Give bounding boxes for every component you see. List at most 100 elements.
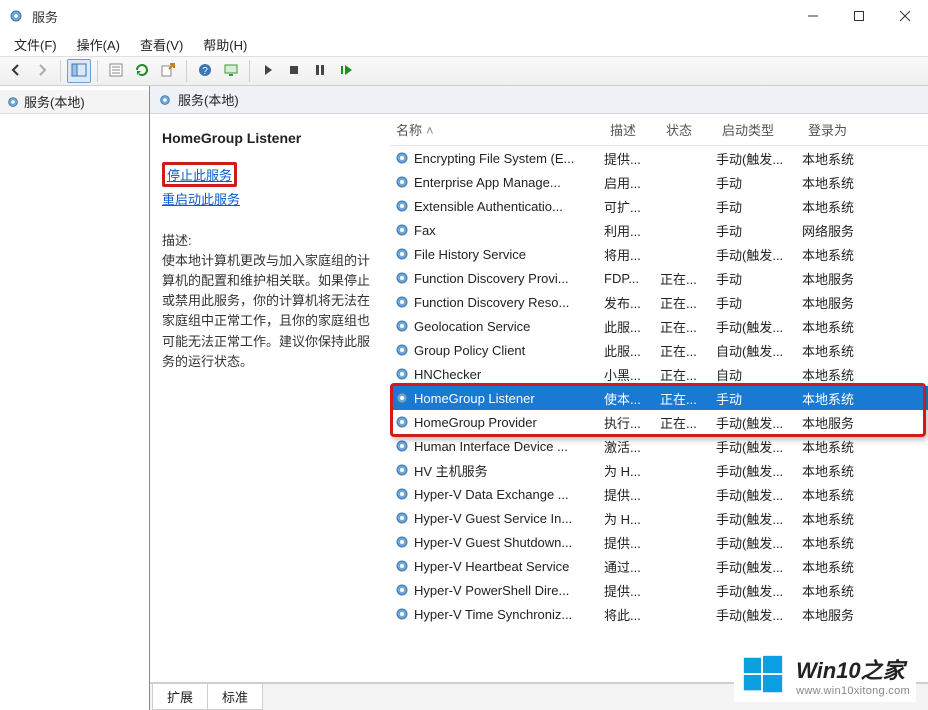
service-startup: 手动 bbox=[716, 293, 802, 312]
service-name: Human Interface Device ... bbox=[414, 439, 604, 454]
maximize-button[interactable] bbox=[836, 0, 882, 32]
service-row[interactable]: Human Interface Device ...激活...手动(触发...本… bbox=[390, 434, 928, 458]
menu-bar: 文件(F) 操作(A) 查看(V) 帮助(H) bbox=[0, 32, 928, 56]
back-button[interactable] bbox=[4, 59, 28, 83]
service-row[interactable]: Extensible Authenticatio...可扩...手动本地系统 bbox=[390, 194, 928, 218]
service-name: Geolocation Service bbox=[414, 319, 604, 334]
service-desc: 此服... bbox=[604, 317, 660, 336]
service-startup: 手动(触发... bbox=[716, 605, 802, 624]
export-list-button[interactable] bbox=[156, 59, 180, 83]
service-startup: 手动 bbox=[716, 197, 802, 216]
service-startup: 自动 bbox=[716, 365, 802, 384]
service-row[interactable]: Encrypting File System (E...提供...手动(触发..… bbox=[390, 146, 928, 170]
services-list[interactable]: Encrypting File System (E...提供...手动(触发..… bbox=[390, 146, 928, 682]
service-row[interactable]: Hyper-V PowerShell Dire...提供...手动(触发...本… bbox=[390, 578, 928, 602]
service-row[interactable]: HomeGroup Listener使本...正在...手动本地系统 bbox=[390, 386, 928, 410]
service-logon: 本地服务 bbox=[802, 269, 872, 288]
help-button[interactable]: ? bbox=[193, 59, 217, 83]
service-logon: 本地系统 bbox=[802, 149, 872, 168]
column-headers: 名称˄ 描述 状态 启动类型 登录为 bbox=[390, 114, 928, 146]
forward-button[interactable] bbox=[30, 59, 54, 83]
service-logon: 本地系统 bbox=[802, 389, 872, 408]
menu-file[interactable]: 文件(F) bbox=[4, 33, 67, 56]
service-row[interactable]: File History Service将用...手动(触发...本地系统 bbox=[390, 242, 928, 266]
service-desc: 执行... bbox=[604, 413, 660, 432]
start-service-button[interactable] bbox=[256, 59, 280, 83]
column-startup[interactable]: 启动类型 bbox=[716, 114, 802, 145]
service-gear-icon bbox=[394, 534, 410, 550]
service-row[interactable]: Fax利用...手动网络服务 bbox=[390, 218, 928, 242]
service-desc: 将此... bbox=[604, 605, 660, 624]
service-name: Function Discovery Provi... bbox=[414, 271, 604, 286]
service-gear-icon bbox=[394, 174, 410, 190]
service-startup: 手动(触发... bbox=[716, 485, 802, 504]
tree-root[interactable]: 服务(本地) bbox=[0, 90, 149, 114]
service-gear-icon bbox=[394, 438, 410, 454]
menu-action[interactable]: 操作(A) bbox=[67, 33, 130, 56]
stop-service-link[interactable]: 停止此服务 bbox=[167, 168, 232, 183]
service-row[interactable]: Hyper-V Data Exchange ...提供...手动(触发...本地… bbox=[390, 482, 928, 506]
stop-service-button[interactable] bbox=[282, 59, 306, 83]
service-name: File History Service bbox=[414, 247, 604, 262]
service-row[interactable]: Hyper-V Guest Service In...为 H...手动(触发..… bbox=[390, 506, 928, 530]
service-desc: 利用... bbox=[604, 221, 660, 240]
service-gear-icon bbox=[394, 486, 410, 502]
minimize-button[interactable] bbox=[790, 0, 836, 32]
properties-button[interactable] bbox=[104, 59, 128, 83]
service-row[interactable]: Enterprise App Manage...启用...手动本地系统 bbox=[390, 170, 928, 194]
windows-logo-icon bbox=[740, 652, 786, 698]
show-hide-tree-button[interactable] bbox=[67, 59, 91, 83]
service-row[interactable]: Group Policy Client此服...正在...自动(触发...本地系… bbox=[390, 338, 928, 362]
restart-service-link[interactable]: 重启动此服务 bbox=[162, 189, 380, 208]
service-status: 正在... bbox=[660, 293, 716, 312]
column-logon[interactable]: 登录为 bbox=[802, 114, 872, 145]
service-logon: 本地服务 bbox=[802, 293, 872, 312]
service-row[interactable]: Geolocation Service此服...正在...手动(触发...本地系… bbox=[390, 314, 928, 338]
service-row[interactable]: Function Discovery Reso...发布...正在...手动本地… bbox=[390, 290, 928, 314]
service-gear-icon bbox=[394, 342, 410, 358]
menu-view[interactable]: 查看(V) bbox=[130, 33, 193, 56]
service-row[interactable]: Hyper-V Heartbeat Service通过...手动(触发...本地… bbox=[390, 554, 928, 578]
service-status: 正在... bbox=[660, 365, 716, 384]
connect-button[interactable] bbox=[219, 59, 243, 83]
help-icon: ? bbox=[197, 62, 213, 81]
service-row[interactable]: Hyper-V Time Synchroniz...将此...手动(触发...本… bbox=[390, 602, 928, 626]
service-gear-icon bbox=[394, 198, 410, 214]
gear-icon bbox=[158, 93, 172, 107]
service-name: Hyper-V PowerShell Dire... bbox=[414, 583, 604, 598]
service-desc: FDP... bbox=[604, 271, 660, 286]
service-row[interactable]: HomeGroup Provider执行...正在...手动(触发...本地服务 bbox=[390, 410, 928, 434]
restart-icon bbox=[338, 62, 354, 81]
menu-help[interactable]: 帮助(H) bbox=[193, 33, 257, 56]
service-logon: 本地服务 bbox=[802, 413, 872, 432]
service-gear-icon bbox=[394, 558, 410, 574]
services-list-wrap: 名称˄ 描述 状态 启动类型 登录为 Encrypting File Syste… bbox=[390, 114, 928, 682]
service-gear-icon bbox=[394, 462, 410, 478]
service-startup: 手动(触发... bbox=[716, 533, 802, 552]
service-status: 正在... bbox=[660, 413, 716, 432]
close-button[interactable] bbox=[882, 0, 928, 32]
service-startup: 手动(触发... bbox=[716, 149, 802, 168]
service-desc: 发布... bbox=[604, 293, 660, 312]
service-name: Hyper-V Data Exchange ... bbox=[414, 487, 604, 502]
export-icon bbox=[160, 62, 176, 81]
refresh-button[interactable] bbox=[130, 59, 154, 83]
service-gear-icon bbox=[394, 510, 410, 526]
selected-service-title: HomeGroup Listener bbox=[162, 130, 380, 146]
service-row[interactable]: Hyper-V Guest Shutdown...提供...手动(触发...本地… bbox=[390, 530, 928, 554]
restart-service-button[interactable] bbox=[334, 59, 358, 83]
column-name[interactable]: 名称˄ bbox=[390, 114, 604, 145]
service-row[interactable]: HNChecker小黑...正在...自动本地系统 bbox=[390, 362, 928, 386]
pause-service-button[interactable] bbox=[308, 59, 332, 83]
service-name: Hyper-V Guest Shutdown... bbox=[414, 535, 604, 550]
column-status[interactable]: 状态 bbox=[660, 114, 716, 145]
tab-extended[interactable]: 扩展 bbox=[152, 684, 208, 710]
service-logon: 本地系统 bbox=[802, 557, 872, 576]
service-row[interactable]: HV 主机服务为 H...手动(触发...本地系统 bbox=[390, 458, 928, 482]
service-row[interactable]: Function Discovery Provi...FDP...正在...手动… bbox=[390, 266, 928, 290]
service-status: 正在... bbox=[660, 317, 716, 336]
column-desc[interactable]: 描述 bbox=[604, 114, 660, 145]
tab-standard[interactable]: 标准 bbox=[207, 684, 263, 710]
service-desc: 将用... bbox=[604, 245, 660, 264]
sort-asc-icon: ˄ bbox=[426, 123, 434, 138]
